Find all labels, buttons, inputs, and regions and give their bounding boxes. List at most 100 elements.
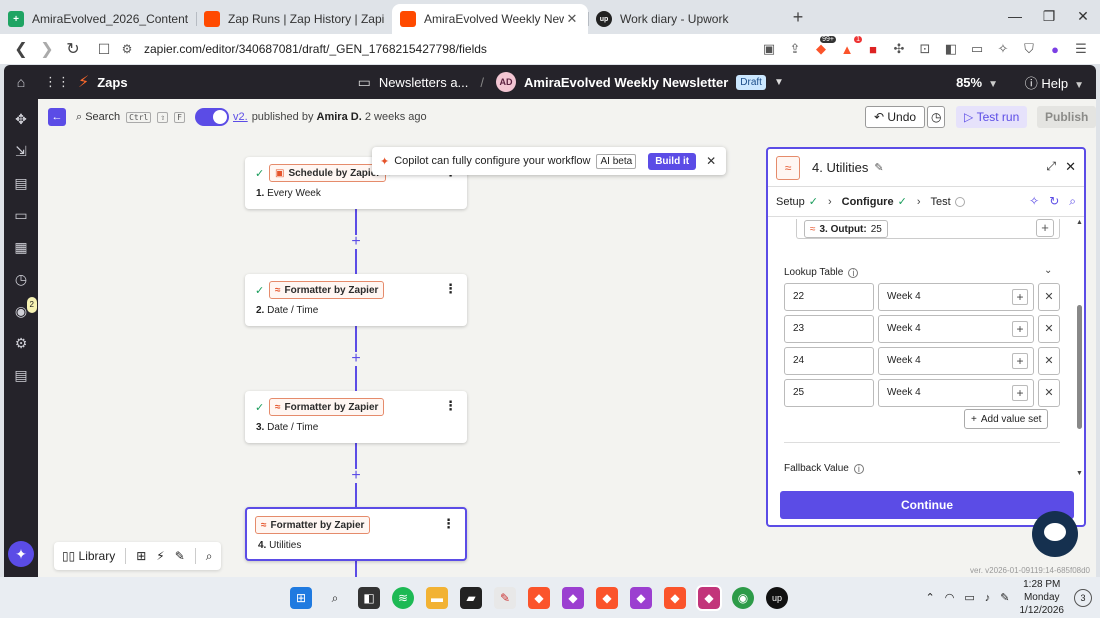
- lookup-key-input[interactable]: 23: [784, 315, 874, 343]
- help-menu[interactable]: ⓘ Help ▼: [1025, 73, 1084, 92]
- maximize-icon[interactable]: ⤢: [1046, 159, 1056, 174]
- brave-shield-icon[interactable]: ◆ 99+: [810, 36, 836, 60]
- windows-start-icon[interactable]: ⊞: [290, 587, 312, 609]
- publish-button[interactable]: Publish: [1037, 106, 1096, 128]
- add-step-icon[interactable]: +: [349, 234, 363, 250]
- sparkle-icon[interactable]: ✧: [1029, 194, 1039, 209]
- chevron-down-icon[interactable]: ⌄: [1044, 265, 1052, 276]
- paint-icon[interactable]: ✎: [494, 587, 516, 609]
- scroll-down-icon[interactable]: ▼: [1076, 470, 1083, 477]
- close-tab-icon[interactable]: ✕: [564, 11, 580, 27]
- home-icon[interactable]: ⌂: [13, 74, 29, 90]
- settings-icon[interactable]: ⚙: [13, 335, 29, 351]
- brave-profile-icon[interactable]: ◆: [630, 587, 652, 609]
- task-view-icon[interactable]: ◧: [358, 587, 380, 609]
- close-window-icon[interactable]: ✕: [1066, 0, 1100, 34]
- screenshot-icon[interactable]: ⊡: [914, 38, 936, 60]
- remove-row-icon[interactable]: ✕: [1038, 315, 1060, 343]
- folder-breadcrumb[interactable]: Newsletters a...: [379, 75, 469, 90]
- tables-icon[interactable]: ▤: [13, 175, 29, 191]
- zap-on-toggle[interactable]: [195, 108, 229, 126]
- volume-icon[interactable]: ♪: [985, 592, 991, 604]
- more-options-icon[interactable]: ⋮: [442, 516, 455, 532]
- share-icon[interactable]: ⇪: [784, 38, 806, 60]
- version-link[interactable]: v2.: [233, 111, 248, 123]
- step-card-4[interactable]: ≈ Formatter by Zapier 4. Utilities ⋮: [245, 507, 467, 561]
- forward-icon[interactable]: ❯: [34, 39, 60, 59]
- site-settings-icon[interactable]: ⚙: [116, 42, 138, 56]
- lookup-key-input[interactable]: 24: [784, 347, 874, 375]
- tab-configure[interactable]: Configure ✓: [842, 195, 907, 209]
- wifi-icon[interactable]: ◠: [945, 591, 955, 604]
- browser-tab-sheets[interactable]: + AmiraEvolved_2026_Content_Bank - G: [0, 4, 196, 34]
- back-icon[interactable]: ❮: [8, 39, 34, 59]
- leo-icon[interactable]: ✧: [992, 38, 1014, 60]
- interfaces-icon[interactable]: ▭: [13, 207, 29, 223]
- insert-data-icon[interactable]: +: [1012, 385, 1028, 401]
- more-options-icon[interactable]: ⋮: [444, 281, 457, 297]
- browser-tab-zap-runs[interactable]: Zap Runs | Zap History | Zapier: [196, 4, 392, 34]
- step-card-3[interactable]: ✓ ≈ Formatter by Zapier 3. Date / Time ⋮: [245, 391, 467, 443]
- scroll-thumb[interactable]: [1077, 305, 1082, 429]
- edit-icon[interactable]: ✎: [874, 161, 883, 174]
- zaps-icon[interactable]: ⇲: [13, 143, 29, 159]
- puzzle-icon[interactable]: ✣: [888, 38, 910, 60]
- new-tab-icon[interactable]: +: [784, 7, 812, 28]
- remove-row-icon[interactable]: ✕: [1038, 379, 1060, 407]
- layout-icon[interactable]: ⊞: [136, 549, 146, 563]
- reload-icon[interactable]: ↻: [60, 39, 86, 59]
- zoom-control[interactable]: 85% ▼: [956, 75, 998, 90]
- info-icon[interactable]: i: [848, 267, 859, 278]
- chevron-up-icon[interactable]: ⌃: [926, 591, 935, 604]
- workflow-canvas[interactable]: + + + ✓ ▣Schedule by Zapier ◎ 1. Every W…: [38, 135, 1090, 577]
- lookup-key-input[interactable]: 22: [784, 283, 874, 311]
- library-button[interactable]: ▯▯ Library: [62, 549, 115, 563]
- undo-button[interactable]: ↶ Undo: [865, 106, 926, 128]
- back-arrow-icon[interactable]: ←: [48, 108, 66, 126]
- close-icon[interactable]: ✕: [706, 154, 716, 168]
- history-icon[interactable]: ◷: [13, 271, 29, 287]
- activity-icon[interactable]: ◉ 2: [13, 297, 37, 319]
- compass-icon[interactable]: ✦: [8, 541, 34, 567]
- lookup-value-input[interactable]: Week 4: [878, 347, 1034, 375]
- insert-data-icon[interactable]: +: [1012, 353, 1028, 369]
- battery-icon[interactable]: ▭: [964, 591, 974, 604]
- history-button[interactable]: ◷: [927, 106, 946, 128]
- refresh-icon[interactable]: ↻: [1049, 194, 1059, 209]
- step-card-2[interactable]: ✓ ≈ Formatter by Zapier 2. Date / Time ⋮: [245, 274, 467, 326]
- restore-icon[interactable]: ❐: [1032, 0, 1066, 34]
- add-value-set-button[interactable]: + Add value set: [964, 409, 1049, 429]
- add-step-icon[interactable]: +: [349, 468, 363, 484]
- search-button[interactable]: ⌕ Search: [76, 111, 120, 124]
- vpn-icon[interactable]: ⛉: [1018, 38, 1040, 60]
- apps-icon[interactable]: ✥: [13, 111, 29, 127]
- panel-scrollbar[interactable]: ▲ ▼: [1076, 219, 1084, 477]
- minimize-icon[interactable]: —: [998, 0, 1032, 34]
- remove-row-icon[interactable]: ✕: [1038, 347, 1060, 375]
- insert-data-icon[interactable]: +: [1036, 219, 1054, 237]
- output-pill[interactable]: ≈3. Output: 25: [804, 220, 888, 238]
- continue-button[interactable]: Continue: [780, 491, 1074, 519]
- spotify-icon[interactable]: ≋: [392, 587, 414, 609]
- menu-icon[interactable]: ☰: [1070, 38, 1092, 60]
- tab-test[interactable]: Test: [930, 196, 965, 208]
- url-text[interactable]: zapier.com/editor/340687081/draft/_GEN_1…: [144, 42, 487, 56]
- upwork-icon[interactable]: up: [766, 587, 788, 609]
- brave-icon[interactable]: ◆: [596, 587, 618, 609]
- sidebar-icon[interactable]: ◧: [940, 38, 962, 60]
- chrome-icon[interactable]: ◉: [732, 587, 754, 609]
- file-explorer-icon[interactable]: ▬: [426, 587, 448, 609]
- pen-icon[interactable]: ✎: [1000, 591, 1009, 604]
- add-step-icon[interactable]: +: [349, 351, 363, 367]
- more-options-icon[interactable]: ⋮: [444, 398, 457, 414]
- brave-icon[interactable]: ◆: [664, 587, 686, 609]
- brave-icon[interactable]: ◆: [528, 587, 550, 609]
- brave-active-icon[interactable]: ◆: [696, 585, 722, 611]
- test-run-button[interactable]: ▷ Test run: [956, 106, 1028, 128]
- notifications-icon[interactable]: 3: [1074, 588, 1092, 607]
- profile-icon[interactable]: ●: [1044, 38, 1066, 60]
- info-icon[interactable]: i: [853, 463, 864, 474]
- zap-name[interactable]: AmiraEvolved Weekly Newsletter: [524, 75, 728, 90]
- search-icon[interactable]: ⌕: [1069, 194, 1076, 209]
- brave-profile-icon[interactable]: ◆: [562, 587, 584, 609]
